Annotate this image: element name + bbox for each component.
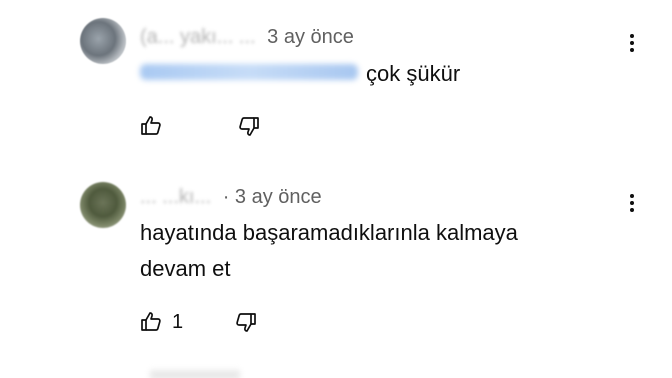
dislike-button[interactable]	[234, 111, 264, 141]
comment-time[interactable]: · 3 ay önce	[223, 186, 322, 208]
like-button[interactable]	[136, 307, 166, 337]
redacted-text	[140, 64, 358, 80]
comment-text-line-2: devam et	[140, 256, 231, 281]
comment-actions	[136, 110, 264, 142]
comment-menu-button[interactable]	[620, 188, 644, 218]
like-button[interactable]	[136, 111, 166, 141]
comments-section: (a... yakı... ... 3 ay önce çok şükür ..…	[0, 0, 672, 378]
comment-menu-button[interactable]	[620, 28, 644, 58]
thumbs-up-icon	[141, 116, 161, 135]
comment-text-line-1: hayatında başaramadıklarınla kalmaya	[140, 220, 518, 245]
avatar[interactable]	[80, 18, 126, 64]
thumbs-up-icon	[141, 312, 161, 331]
more-vertical-icon	[630, 34, 634, 38]
thumbs-down-icon	[236, 313, 256, 332]
more-vertical-icon	[630, 194, 634, 198]
comment-meta: ... ...kı... · 3 ay önce	[140, 186, 322, 209]
dislike-button[interactable]	[231, 307, 261, 337]
author-name[interactable]: ... ...kı...	[140, 186, 211, 209]
comment-time[interactable]: 3 ay önce	[267, 26, 354, 48]
author-name[interactable]: (a... yakı... ...	[140, 26, 256, 49]
avatar[interactable]	[80, 182, 126, 228]
comment-actions: 1	[136, 306, 261, 338]
comment-text: çok şükür	[366, 61, 461, 86]
like-count: 1	[172, 310, 184, 333]
comment-meta: (a... yakı... ... 3 ay önce	[140, 26, 354, 49]
thumbs-down-icon	[239, 117, 259, 136]
next-comment-preview	[150, 370, 240, 378]
